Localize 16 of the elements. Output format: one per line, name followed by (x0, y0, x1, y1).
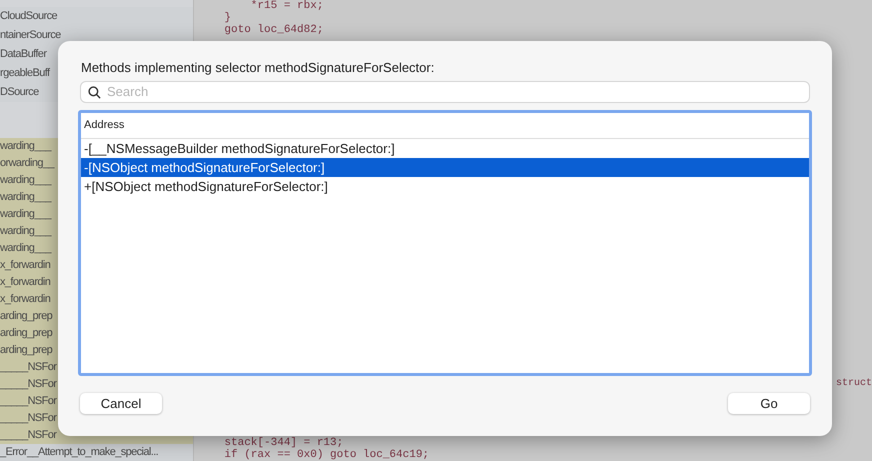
dialog-title: Methods implementing selector methodSignatureForSelector: (80, 59, 436, 76)
code-line: goto loc_64d82; (223, 24, 324, 36)
list-row[interactable]: -[__NSMessageBuilder methodSignatureForSelector:] (81, 139, 809, 158)
list-row[interactable]: -[NSObject methodSignatureForSelector:] (81, 158, 809, 177)
sidebar-item[interactable]: CloudSource (0, 7, 193, 26)
code-line: } (223, 12, 232, 24)
code-line: if (rax == 0x0) goto loc_64c19; (223, 449, 430, 461)
dialog-button[interactable]: Go (728, 393, 810, 414)
code-line: *r15 = rbx; (250, 0, 324, 12)
search-icon (88, 86, 101, 98)
code-line: struct (836, 378, 872, 390)
sidebar-item[interactable]: _Error__Attempt_to_make_special... (0, 444, 193, 461)
code-line: stack[-344] = r13; (223, 437, 344, 449)
dialog-button[interactable]: Cancel (80, 393, 162, 414)
column-header[interactable]: Address (84, 116, 124, 133)
list-row[interactable]: +[NSObject methodSignatureForSelector:] (81, 177, 809, 196)
